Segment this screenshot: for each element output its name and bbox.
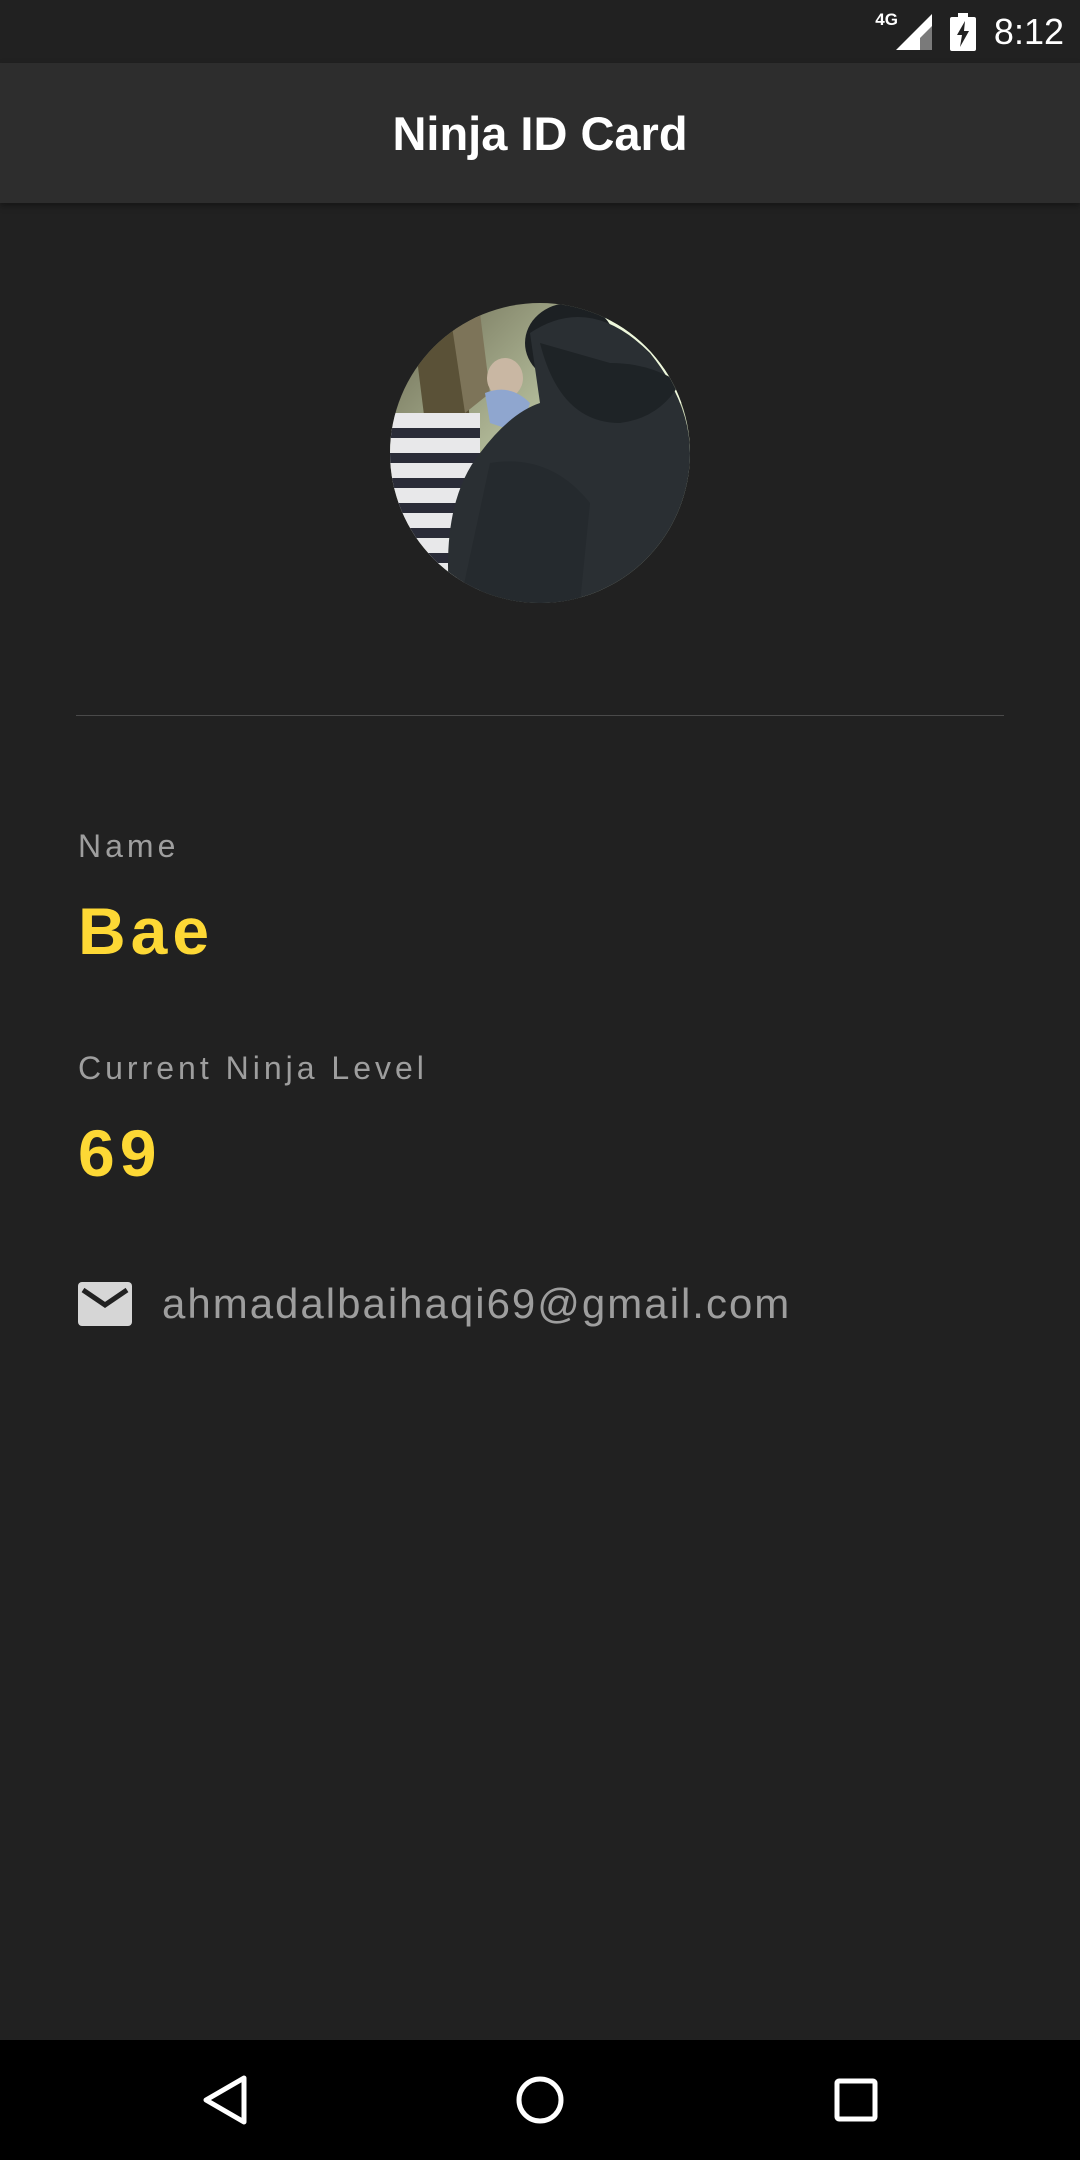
battery-charging-icon: [949, 12, 976, 51]
name-value: Bae: [78, 894, 215, 968]
clock: 8:12: [993, 10, 1064, 52]
level-value: 69: [78, 1116, 162, 1190]
level-label: Current Ninja Level: [78, 1050, 428, 1086]
status-bar: 4G 8:12: [0, 0, 1080, 63]
back-button[interactable]: [184, 2058, 268, 2142]
home-circle-icon: [516, 2076, 564, 2124]
avatar: [390, 303, 690, 603]
recent-square-icon: [834, 2078, 878, 2122]
app-bar: Ninja ID Card: [0, 63, 1080, 203]
avatar-photo: [390, 303, 690, 603]
home-button[interactable]: [498, 2058, 582, 2142]
mail-icon: [78, 1282, 132, 1326]
navigation-bar: [0, 2040, 1080, 2160]
back-triangle-icon: [203, 2075, 247, 2125]
email-row: ahmadalbaihaqi69@gmail.com: [78, 1278, 791, 1330]
screen: 4G 8:12 Ninja ID Card Name Bae Current N…: [0, 0, 1080, 2160]
cell-signal-icon: [895, 13, 932, 50]
name-label: Name: [78, 828, 180, 864]
email-text: ahmadalbaihaqi69@gmail.com: [162, 1280, 792, 1327]
network-type: 4G: [875, 9, 898, 29]
status-icons: 4G 8:12: [875, 0, 1064, 63]
recent-apps-button[interactable]: [814, 2058, 898, 2142]
divider: [76, 715, 1004, 716]
app-title: Ninja ID Card: [392, 106, 688, 160]
